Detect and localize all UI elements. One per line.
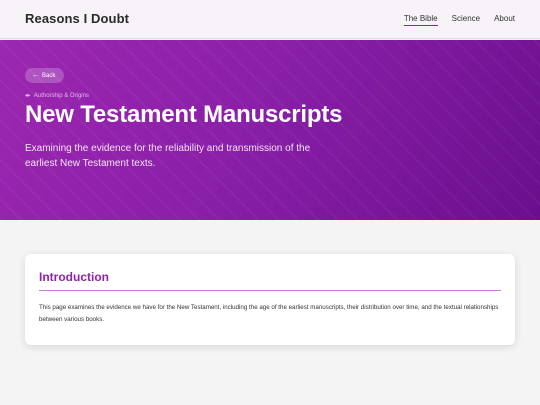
- heading-divider: [39, 290, 501, 291]
- main-nav: The Bible Science About: [403, 14, 515, 26]
- page-subtitle: Examining the evidence for the reliabili…: [25, 143, 311, 169]
- category-tag: ✒ Authorship & Origins: [25, 92, 89, 100]
- nav-item-about[interactable]: About: [494, 14, 515, 26]
- page-title: New Testament Manuscripts: [25, 101, 343, 128]
- category-label: Authorship & Origins: [33, 93, 89, 99]
- back-button-label: Back: [42, 72, 56, 79]
- introduction-text: This page examines the evidence we have …: [39, 304, 499, 323]
- back-button[interactable]: ← Back: [25, 68, 65, 83]
- site-title[interactable]: Reasons I Doubt: [25, 11, 129, 26]
- nav-item-the-bible[interactable]: The Bible: [403, 14, 438, 26]
- hero-banner: ← Back ✒ Authorship & Origins New Testam…: [0, 40, 540, 220]
- arrow-left-icon: ←: [32, 72, 39, 79]
- introduction-heading: Introduction: [39, 270, 109, 284]
- site-header: Reasons I Doubt The Bible Science About: [0, 0, 540, 39]
- nav-item-science[interactable]: Science: [452, 14, 480, 26]
- quill-icon: ✒: [25, 93, 31, 100]
- introduction-card: Introduction This page examines the evid…: [25, 254, 515, 345]
